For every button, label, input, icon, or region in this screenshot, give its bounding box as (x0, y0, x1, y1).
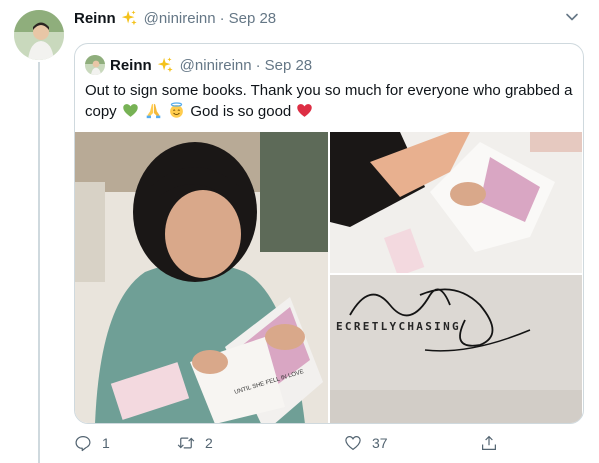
sparkles-icon (121, 10, 137, 26)
photo-signature[interactable]: ECRETLYCHASING (330, 275, 582, 423)
like-button[interactable]: 37 (344, 432, 388, 454)
photo-signing-closeup[interactable] (330, 132, 582, 273)
tweet-date[interactable]: Sep 28 (229, 10, 277, 27)
share-button[interactable] (480, 432, 508, 454)
quoted-tweet[interactable]: Reinn @ninireinn · Sep 28 Out to sign so… (74, 43, 584, 424)
reply-count: 1 (102, 435, 110, 451)
share-icon (482, 435, 496, 450)
reply-button[interactable]: 1 (74, 432, 110, 454)
green-heart-icon (123, 104, 138, 117)
action-bar: 1 2 37 (74, 432, 496, 454)
quoted-text-tail: God is so good (190, 103, 292, 120)
praying-hands-icon (146, 103, 161, 119)
quoted-author-name: Reinn (110, 56, 152, 74)
author-name[interactable]: Reinn (74, 10, 116, 27)
media-grid: UNTIL SHE FELL IN LOVE ECRETLYCHASING (75, 132, 583, 423)
like-count: 37 (372, 435, 388, 451)
smiling-halo-icon (170, 102, 184, 118)
thread-line (38, 62, 40, 463)
sparkles-icon (157, 57, 173, 73)
retweet-icon (177, 437, 195, 449)
signature-line-text: ECRETLYCHASING (336, 320, 461, 333)
retweet-count: 2 (205, 435, 213, 451)
quoted-date: Sep 28 (264, 56, 313, 74)
retweet-button[interactable]: 2 (177, 432, 213, 454)
separator-dot: · (255, 56, 261, 74)
tweet-header: Reinn @ninireinn · Sep 28 (74, 8, 276, 28)
avatar[interactable] (14, 10, 64, 60)
quoted-header: Reinn @ninireinn · Sep 28 (85, 54, 312, 76)
author-handle[interactable]: @ninireinn (144, 10, 216, 27)
quoted-text: Out to sign some books. Thank you so muc… (85, 80, 575, 122)
separator-dot: · (219, 9, 225, 27)
quoted-handle: @ninireinn (179, 56, 252, 74)
reply-icon (75, 436, 91, 452)
quoted-avatar (85, 55, 105, 75)
photo-signing-book[interactable]: UNTIL SHE FELL IN LOVE (75, 132, 328, 423)
red-heart-icon (297, 104, 313, 117)
heart-icon (345, 436, 361, 451)
chevron-down-icon[interactable] (565, 10, 579, 24)
